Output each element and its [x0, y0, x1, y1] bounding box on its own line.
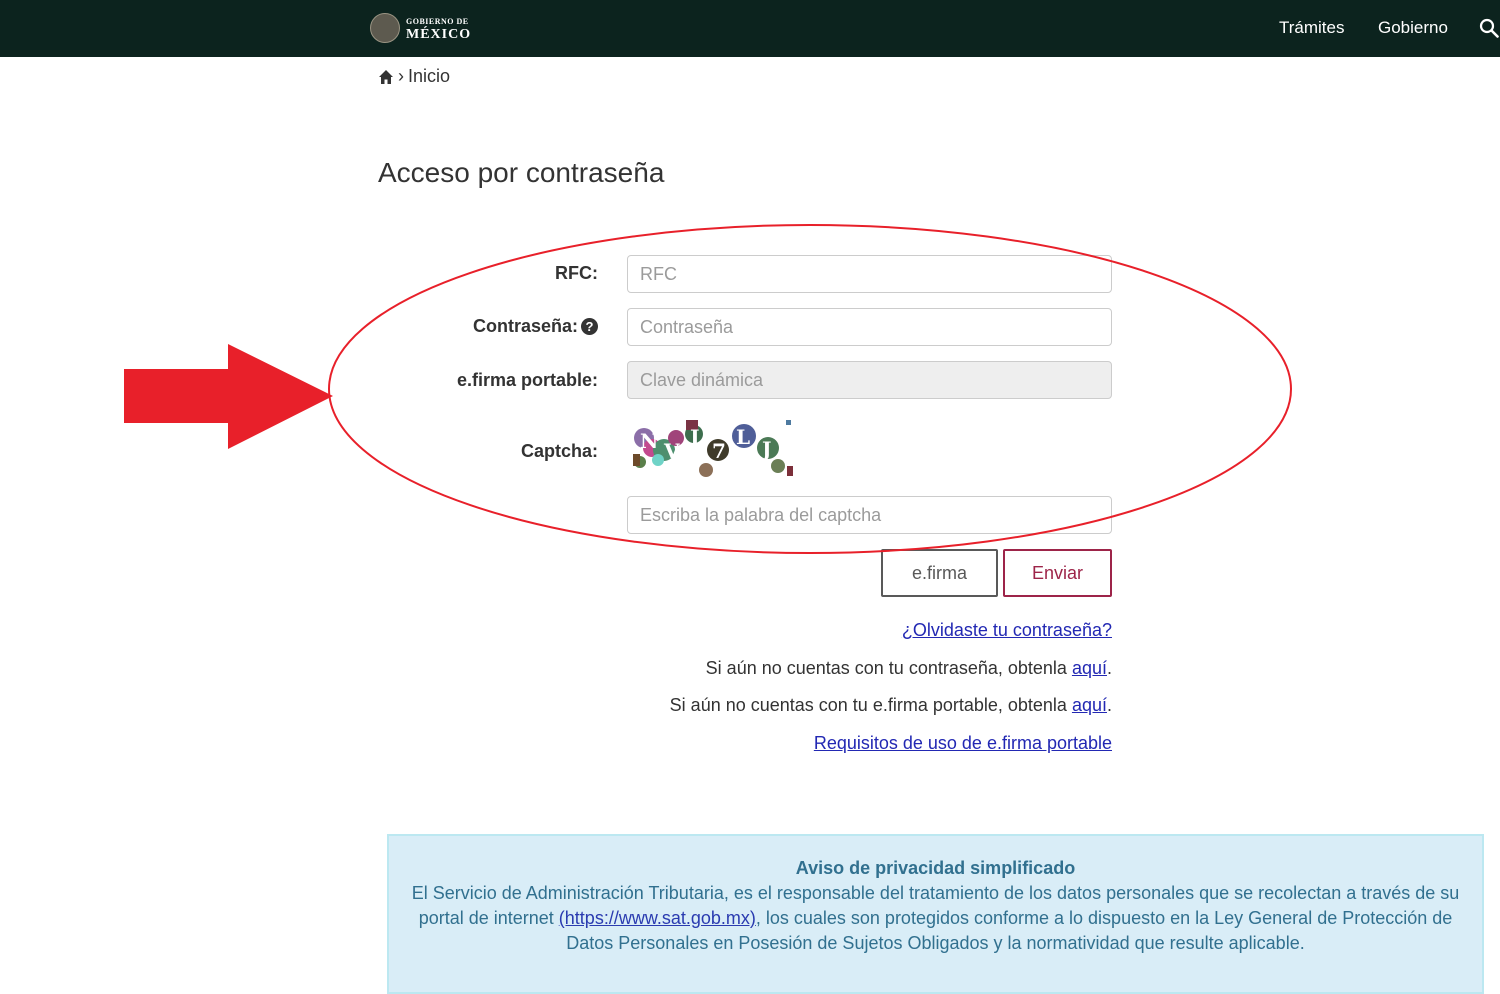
top-navbar: GOBIERNO DE MÉXICO Trámites Gobierno [0, 0, 1500, 57]
requisitos-line: Requisitos de uso de e.firma portable [814, 733, 1112, 754]
password-label-text: Contraseña: [472, 316, 578, 336]
enviar-button[interactable]: Enviar [1003, 549, 1112, 597]
requisitos-efirma-link[interactable]: Requisitos de uso de e.firma portable [814, 733, 1112, 753]
svg-text:J: J [760, 437, 771, 461]
captcha-label: Captcha: [520, 441, 598, 461]
forgot-password-line: ¿Olvidaste tu contraseña? [902, 620, 1112, 641]
breadcrumb-current[interactable]: Inicio [408, 66, 450, 87]
svg-text:7: 7 [712, 439, 726, 463]
breadcrumb-separator: › [398, 66, 404, 86]
no-efirma-line: Si aún no cuentas con tu e.firma portabl… [670, 695, 1112, 716]
efirma-portable-label: e.firma portable: [456, 370, 598, 390]
privacy-body: El Servicio de Administración Tributaria… [389, 881, 1482, 956]
nav-tramites[interactable]: Trámites [1279, 18, 1345, 38]
logo-small-text: GOBIERNO DE [406, 17, 469, 26]
efirma-button[interactable]: e.firma [881, 549, 998, 597]
breadcrumb: › Inicio [378, 66, 450, 87]
mexico-seal-icon [370, 13, 400, 43]
no-password-text: Si aún no cuentas con tu contraseña, obt… [705, 658, 1072, 678]
password-input[interactable] [627, 308, 1112, 346]
captcha-input[interactable] [627, 496, 1112, 534]
rfc-label: RFC: [555, 263, 598, 283]
logo-big-text: MÉXICO [406, 27, 472, 42]
home-icon[interactable] [378, 69, 394, 85]
sat-url-link[interactable]: (https://www.sat.gob.mx) [559, 908, 756, 928]
password-label: Contraseña:? [368, 316, 598, 337]
period: . [1106, 658, 1112, 678]
question-circle-icon[interactable]: ? [581, 318, 598, 335]
logo-text: GOBIERNO DE MÉXICO [406, 16, 472, 42]
svg-text:L: L [736, 425, 750, 449]
privacy-notice: Aviso de privacidad simplificado El Serv… [387, 834, 1484, 994]
red-arrow [124, 344, 333, 449]
get-efirma-link[interactable]: aquí [1072, 695, 1107, 715]
svg-text:J: J [688, 425, 699, 449]
rfc-input[interactable] [627, 255, 1112, 293]
page-title: Acceso por contraseña [378, 157, 665, 188]
search-icon[interactable] [1479, 18, 1499, 38]
gobierno-logo[interactable]: GOBIERNO DE MÉXICO [370, 13, 471, 43]
captcha-text: N [640, 429, 658, 453]
no-efirma-text: Si aún no cuentas con tu e.firma portabl… [669, 695, 1072, 715]
clave-dinamica-input[interactable] [627, 361, 1112, 399]
svg-text:V: V [663, 439, 680, 463]
get-password-link[interactable]: aquí [1072, 658, 1107, 678]
no-password-line: Si aún no cuentas con tu contraseña, obt… [706, 658, 1112, 679]
captcha-image: N V J 7 L J [630, 420, 795, 482]
nav-gobierno[interactable]: Gobierno [1378, 18, 1448, 38]
period: . [1106, 695, 1112, 715]
privacy-title: Aviso de privacidad simplificado [795, 858, 1076, 878]
forgot-password-link[interactable]: ¿Olvidaste tu contraseña? [902, 620, 1112, 640]
